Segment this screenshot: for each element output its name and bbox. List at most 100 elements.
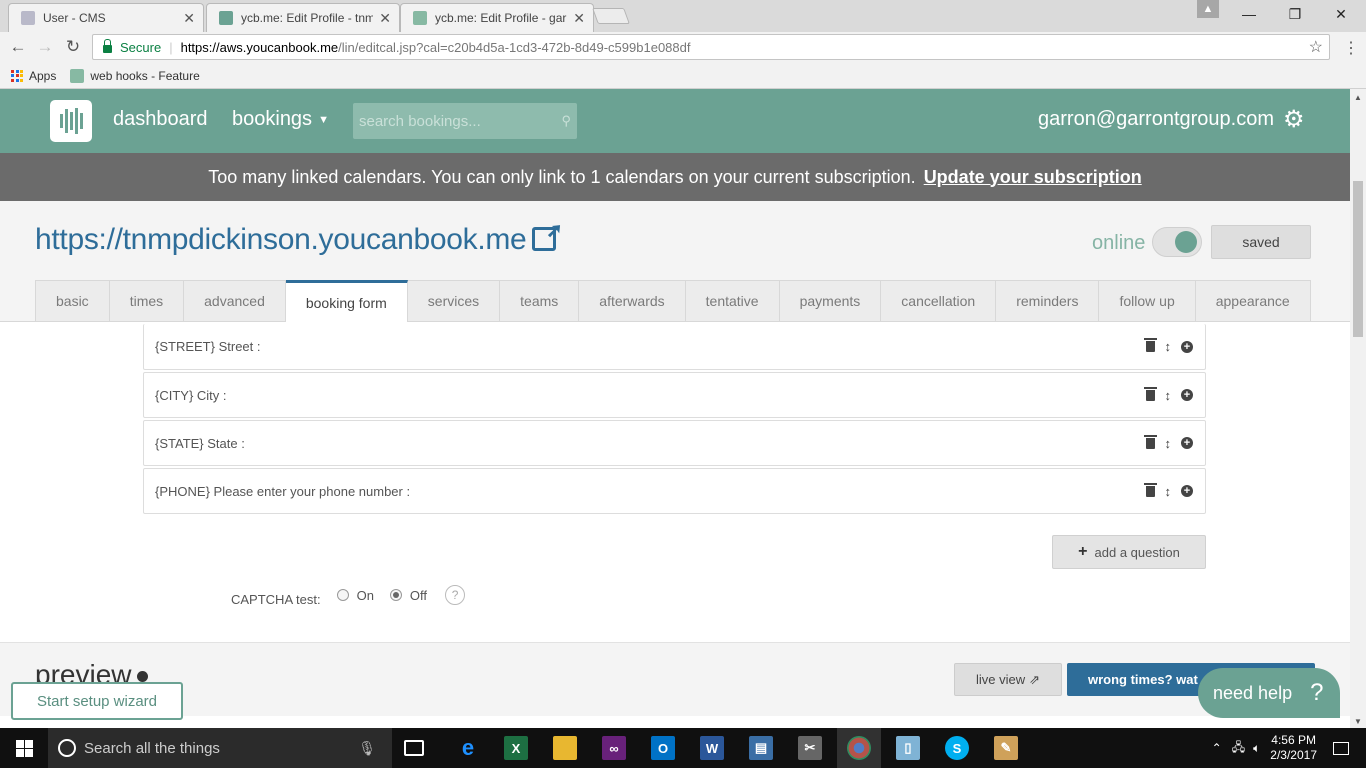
question-row[interactable]: {CITY} City : ↕ + [143, 372, 1206, 418]
clock[interactable]: 4:56 PM 2/3/2017 [1270, 733, 1317, 763]
tab-times[interactable]: times [109, 280, 185, 322]
tab-follow-up[interactable]: follow up [1099, 280, 1196, 322]
close-tab-icon[interactable]: ✕ [573, 10, 585, 27]
captcha-off-radio[interactable] [389, 589, 402, 601]
visual-studio-icon[interactable]: ∞ [602, 736, 626, 760]
browser-profile-icon[interactable]: ▲ [1197, 0, 1219, 18]
question-row[interactable]: {STREET} Street : ↕ + [143, 324, 1206, 370]
tab-cancellation[interactable]: cancellation [881, 280, 997, 322]
browser-tab[interactable]: ycb.me: Edit Profile - gar ✕ [400, 3, 594, 32]
saved-button[interactable]: saved [1211, 225, 1311, 259]
trash-icon[interactable] [1143, 434, 1157, 449]
tab-afterwards[interactable]: afterwards [579, 280, 686, 322]
tab-appearance[interactable]: appearance [1195, 280, 1311, 322]
close-window-icon[interactable]: ✕ [1318, 0, 1364, 28]
search-input[interactable] [359, 112, 562, 130]
file-explorer-icon[interactable] [553, 736, 577, 760]
captcha-on-label[interactable]: On [357, 588, 374, 603]
trash-icon[interactable] [1143, 386, 1157, 401]
move-icon[interactable]: ↕ [1165, 484, 1172, 499]
tab-advanced[interactable]: advanced [184, 280, 286, 322]
external-link-icon[interactable] [532, 218, 562, 251]
question-tools: ↕ + [1143, 469, 1193, 513]
word-icon[interactable]: W [700, 736, 724, 760]
browser-tab[interactable]: User - CMS ✕ [8, 3, 204, 32]
question-row[interactable]: {PHONE} Please enter your phone number :… [143, 468, 1206, 514]
tab-basic[interactable]: basic [35, 280, 110, 322]
volume-icon[interactable]: 🔈︎ [1253, 741, 1260, 756]
apps-grid-icon[interactable] [11, 69, 23, 82]
close-tab-icon[interactable]: ✕ [183, 10, 195, 27]
question-row[interactable]: {STATE} State : ↕ + [143, 420, 1206, 466]
bookmark-star-icon[interactable]: ☆ [1309, 37, 1323, 57]
address-bar[interactable]: Secure | https://aws.youcanbook.me/lin/e… [92, 34, 1330, 60]
online-toggle[interactable] [1152, 227, 1202, 257]
restore-icon[interactable]: ❐ [1272, 0, 1318, 28]
tab-payments[interactable]: payments [779, 280, 882, 322]
search-icon[interactable]: ⚲ [561, 113, 571, 129]
tray-chevron-icon[interactable]: ⌃ [1212, 741, 1222, 755]
nav-dashboard[interactable]: dashboard [113, 108, 208, 131]
move-icon[interactable]: ↕ [1165, 436, 1172, 451]
back-arrow-icon[interactable]: ← [7, 36, 29, 58]
new-tab-button[interactable] [592, 8, 630, 24]
tab-services[interactable]: services [407, 280, 501, 322]
microphone-icon[interactable]: 🎙︎ [358, 740, 376, 757]
notifications-icon[interactable] [1333, 741, 1349, 755]
question-label: {STATE} State : [155, 435, 245, 451]
task-view-icon[interactable] [404, 740, 424, 756]
need-help-button[interactable]: need help ? [1198, 668, 1340, 718]
captcha-on-radio[interactable] [336, 589, 349, 601]
network-icon[interactable]: 🖧︎ [1232, 738, 1245, 759]
add-circle-icon[interactable]: + [1181, 389, 1193, 401]
ycb-logo-icon[interactable] [50, 100, 92, 142]
tab-booking-form[interactable]: booking form [285, 280, 408, 323]
vertical-scrollbar[interactable]: ▲ ▼ [1350, 89, 1366, 728]
move-icon[interactable]: ↕ [1165, 339, 1172, 354]
browser-toolbar: ← → ↻ Secure | https://aws.youcanbook.me… [0, 32, 1366, 63]
captcha-off-label[interactable]: Off [410, 588, 427, 603]
scrollbar-thumb[interactable] [1353, 181, 1363, 337]
add-circle-icon[interactable]: + [1181, 437, 1193, 449]
outlook-icon[interactable]: O [651, 736, 675, 760]
move-icon[interactable]: ↕ [1165, 388, 1172, 403]
nav-bookings[interactable]: bookings ▼ [232, 108, 329, 131]
help-question-icon[interactable]: ? [445, 585, 466, 605]
browser-tab-title: ycb.me: Edit Profile - tnm [241, 11, 374, 25]
edge-icon[interactable]: e [456, 735, 480, 760]
tab-tentative[interactable]: tentative [685, 280, 780, 322]
forward-arrow-icon[interactable]: → [34, 36, 56, 58]
live-view-button[interactable]: live view ⇗ [954, 663, 1062, 696]
start-button[interactable] [0, 728, 48, 768]
skype-icon[interactable]: S [945, 736, 969, 760]
profile-url[interactable]: https://tnmpdickinson.youcanbook.me [35, 218, 562, 257]
bookmark-web-hooks[interactable]: web hooks - Feature [90, 69, 199, 83]
excel-icon[interactable]: X [504, 736, 528, 760]
paint-icon[interactable]: ✎ [994, 736, 1018, 760]
reload-icon[interactable]: ↻ [62, 36, 84, 58]
browser-menu-icon[interactable]: ⋮ [1343, 38, 1359, 58]
app-icon[interactable]: ▤ [749, 736, 773, 760]
add-circle-icon[interactable]: + [1181, 485, 1193, 497]
add-circle-icon[interactable]: + [1181, 340, 1193, 353]
setup-wizard-button[interactable]: Start setup wizard [11, 682, 183, 720]
close-tab-icon[interactable]: ✕ [379, 10, 391, 27]
browser-tab-active[interactable]: ycb.me: Edit Profile - tnm ✕ [206, 3, 400, 32]
gear-icon[interactable]: ⚙ [1283, 105, 1305, 134]
taskbar-search[interactable]: Search all the things 🎙︎ [48, 728, 392, 768]
download-icon[interactable] [137, 671, 149, 682]
add-question-button[interactable]: + add a question [1052, 535, 1206, 569]
search-bookings[interactable]: ⚲ [353, 103, 577, 139]
user-email[interactable]: garron@garrontgroup.com [1038, 108, 1274, 131]
update-subscription-link[interactable]: Update your subscription [924, 167, 1142, 188]
bookmark-apps[interactable]: Apps [29, 69, 56, 83]
scroll-up-icon[interactable]: ▲ [1354, 93, 1362, 102]
tab-teams[interactable]: teams [500, 280, 580, 322]
tab-reminders[interactable]: reminders [996, 280, 1100, 322]
trash-icon[interactable] [1143, 482, 1157, 497]
scroll-down-icon[interactable]: ▼ [1354, 717, 1362, 726]
tools-icon[interactable]: ✂ [798, 736, 822, 760]
app-icon[interactable]: ▯ [896, 736, 920, 760]
trash-icon[interactable] [1143, 338, 1157, 352]
minimize-icon[interactable]: — [1226, 0, 1272, 28]
